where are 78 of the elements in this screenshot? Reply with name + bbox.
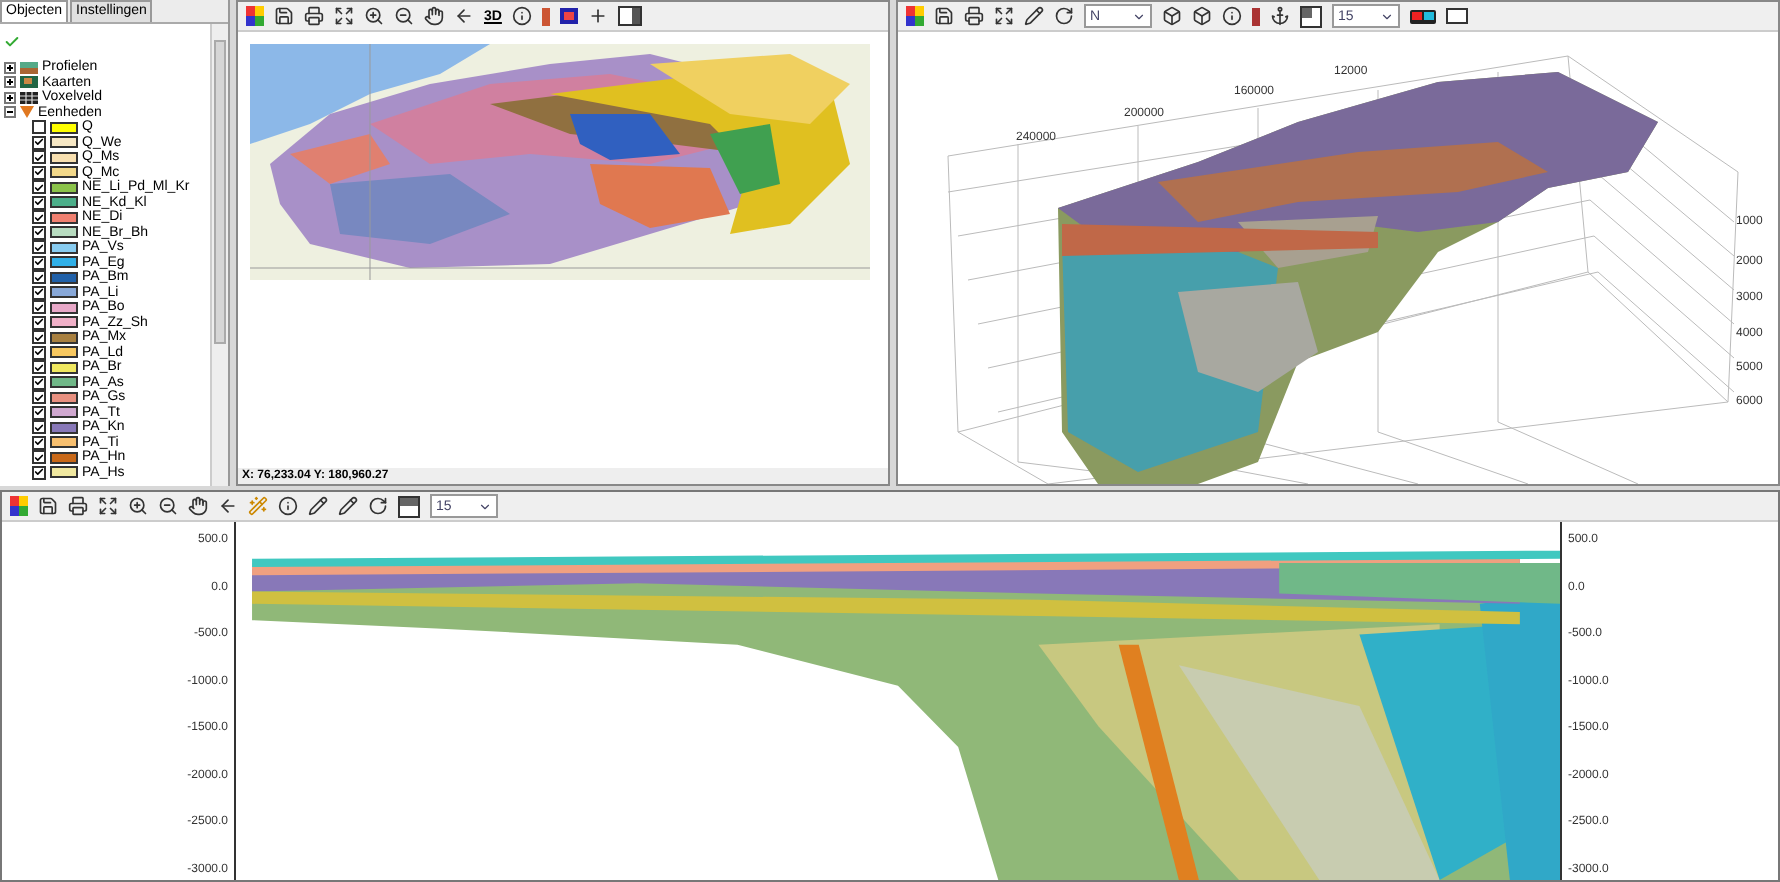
print-icon[interactable] bbox=[304, 5, 324, 27]
map-icon bbox=[20, 76, 38, 89]
color-bar-icon[interactable] bbox=[1252, 7, 1260, 25]
print-icon[interactable] bbox=[68, 495, 88, 517]
checkbox[interactable] bbox=[32, 255, 46, 270]
fit-icon[interactable] bbox=[98, 495, 118, 517]
checkbox[interactable] bbox=[32, 270, 46, 285]
save-icon[interactable] bbox=[274, 5, 294, 27]
profile-icon bbox=[20, 61, 38, 74]
save-icon[interactable] bbox=[38, 495, 58, 517]
expand-icon[interactable] bbox=[4, 76, 16, 89]
checkbox[interactable] bbox=[32, 390, 46, 405]
zoom-in-icon[interactable] bbox=[128, 495, 148, 517]
anchor-icon[interactable] bbox=[1270, 5, 1290, 27]
color-bar-icon[interactable] bbox=[541, 7, 550, 25]
grid-icon bbox=[20, 91, 38, 104]
checkbox[interactable] bbox=[32, 360, 46, 375]
hand-icon[interactable] bbox=[188, 495, 208, 517]
color-palette-icon[interactable] bbox=[246, 6, 264, 26]
info-icon[interactable] bbox=[278, 495, 298, 517]
checkbox[interactable] bbox=[32, 210, 46, 225]
pencil-icon[interactable] bbox=[1024, 5, 1044, 27]
checkbox[interactable] bbox=[32, 315, 46, 330]
refresh-icon[interactable] bbox=[368, 495, 388, 517]
color-palette-icon[interactable] bbox=[906, 6, 924, 26]
back-arrow-icon[interactable] bbox=[454, 5, 474, 27]
window-icon[interactable] bbox=[1446, 8, 1468, 24]
zoom-in-icon[interactable] bbox=[364, 5, 384, 27]
wand-icon[interactable] bbox=[248, 495, 268, 517]
checkbox[interactable] bbox=[32, 225, 46, 240]
legend-icon[interactable] bbox=[559, 8, 578, 24]
hand-icon[interactable] bbox=[424, 5, 444, 27]
rotate-icon[interactable] bbox=[1054, 5, 1074, 27]
cube-icon[interactable] bbox=[1192, 5, 1212, 27]
save-icon[interactable] bbox=[934, 5, 954, 27]
panel-layout-icon[interactable] bbox=[617, 6, 642, 26]
back-arrow-icon[interactable] bbox=[218, 495, 238, 517]
panel-layout-icon[interactable] bbox=[398, 495, 420, 517]
pencil-icon[interactable] bbox=[308, 495, 328, 517]
fit-icon[interactable] bbox=[994, 5, 1014, 27]
checkmark-icon bbox=[4, 34, 20, 50]
info-icon[interactable] bbox=[1222, 5, 1242, 27]
checkbox[interactable] bbox=[32, 135, 46, 150]
caret-icon bbox=[1380, 9, 1394, 23]
checkbox[interactable] bbox=[32, 375, 46, 390]
checkbox[interactable] bbox=[32, 420, 46, 435]
expand-icon[interactable] bbox=[4, 61, 16, 74]
checkbox[interactable] bbox=[32, 180, 46, 195]
caret-icon bbox=[1132, 9, 1146, 23]
checkbox[interactable] bbox=[32, 150, 46, 165]
collapse-icon[interactable] bbox=[4, 106, 16, 119]
color-palette-icon[interactable] bbox=[10, 496, 28, 516]
expand-icon[interactable] bbox=[4, 91, 16, 104]
scrollbar[interactable] bbox=[210, 24, 228, 486]
checkbox[interactable] bbox=[32, 285, 46, 300]
pencil-icon[interactable] bbox=[338, 495, 358, 517]
checkbox[interactable] bbox=[32, 450, 46, 465]
checkbox[interactable] bbox=[32, 300, 46, 315]
layers-icon bbox=[20, 106, 34, 119]
fit-icon[interactable] bbox=[334, 5, 354, 27]
checkbox[interactable] bbox=[32, 330, 46, 345]
caret-icon bbox=[478, 499, 492, 513]
crosshair-icon[interactable] bbox=[587, 5, 608, 27]
zoom-out-icon[interactable] bbox=[158, 495, 178, 517]
panel-layout-icon[interactable] bbox=[1300, 5, 1322, 27]
print-icon[interactable] bbox=[964, 5, 984, 27]
checkbox[interactable] bbox=[32, 240, 46, 255]
checkbox[interactable] bbox=[32, 345, 46, 360]
checkbox[interactable] bbox=[32, 120, 46, 135]
cube-icon[interactable] bbox=[1162, 5, 1182, 27]
3d-glasses-icon[interactable] bbox=[1410, 9, 1436, 23]
checkbox[interactable] bbox=[32, 435, 46, 450]
info-icon[interactable] bbox=[511, 5, 532, 27]
zoom-out-icon[interactable] bbox=[394, 5, 414, 27]
checkbox[interactable] bbox=[32, 405, 46, 420]
checkbox[interactable] bbox=[32, 465, 46, 480]
checkbox[interactable] bbox=[32, 195, 46, 210]
checkbox[interactable] bbox=[32, 165, 46, 180]
